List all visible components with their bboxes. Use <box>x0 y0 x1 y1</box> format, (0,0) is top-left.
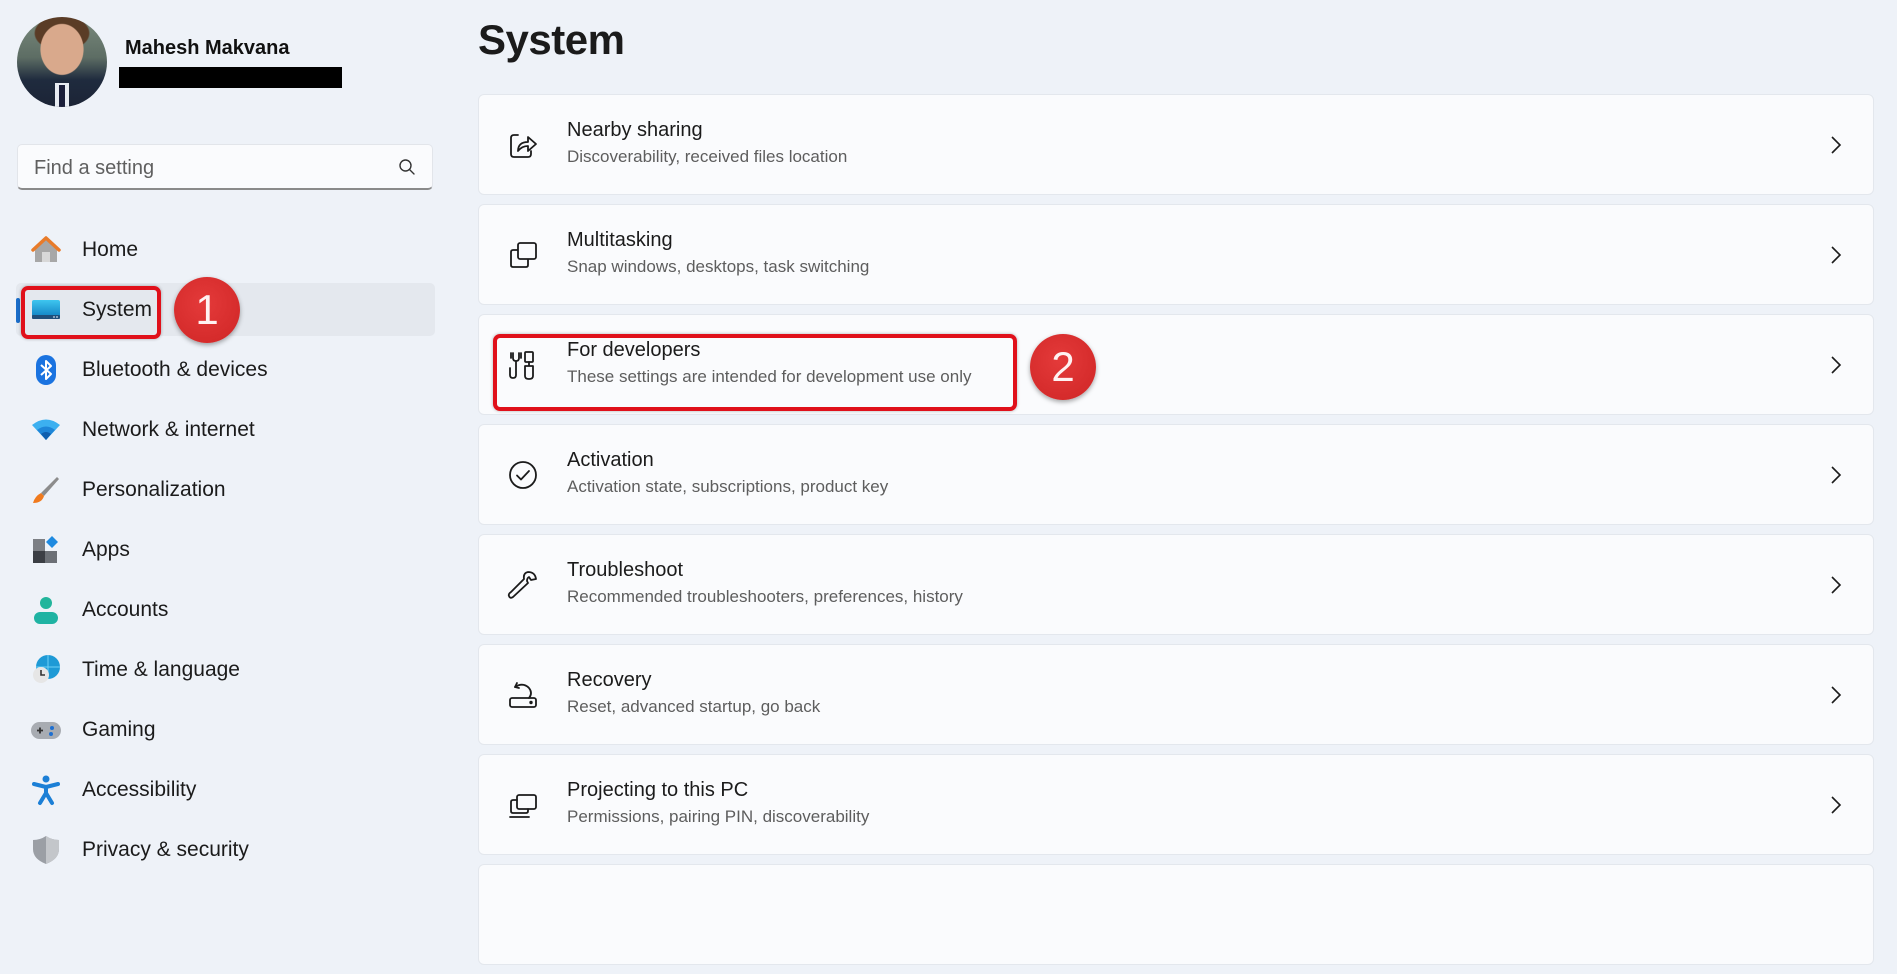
card-next-partial[interactable] <box>478 864 1874 965</box>
sidebar-item-personalization[interactable]: Personalization <box>16 463 435 516</box>
page-title: System <box>478 16 625 63</box>
card-nearby-sharing[interactable]: Nearby sharing Discoverability, received… <box>478 94 1874 195</box>
apps-icon <box>33 536 58 563</box>
card-activation[interactable]: Activation Activation state, subscriptio… <box>478 424 1874 525</box>
gamepad-icon <box>31 722 61 739</box>
chevron-right-icon <box>1831 466 1842 484</box>
step-badge-2: 2 <box>1030 334 1096 400</box>
check-circle-icon <box>509 461 537 489</box>
person-icon <box>34 597 58 624</box>
sidebar-item-label: Accounts <box>82 598 169 621</box>
wrench-icon <box>507 571 537 599</box>
chevron-right-icon <box>1831 136 1842 154</box>
card-title: Activation <box>567 449 654 471</box>
share-icon <box>510 134 537 158</box>
sidebar-item-label: Time & language <box>82 658 240 681</box>
card-recovery[interactable]: Recovery Reset, advanced startup, go bac… <box>478 644 1874 745</box>
highlight-system <box>21 286 161 339</box>
card-title: Troubleshoot <box>567 559 683 581</box>
chevron-right-icon <box>1831 796 1842 814</box>
paintbrush-icon <box>33 477 59 503</box>
card-subtitle: Recommended troubleshooters, preferences… <box>567 587 963 606</box>
projecting-icon <box>509 794 537 818</box>
card-subtitle: Permissions, pairing PIN, discoverabilit… <box>567 807 870 826</box>
sidebar-item-home[interactable]: Home <box>16 223 435 276</box>
home-icon <box>31 236 61 262</box>
card-title: Projecting to this PC <box>567 779 749 801</box>
sidebar-item-gaming[interactable]: Gaming <box>16 703 435 756</box>
search-icon[interactable] <box>398 158 416 176</box>
card-subtitle: Snap windows, desktops, task switching <box>567 257 870 276</box>
card-title: Recovery <box>567 669 652 691</box>
sidebar-item-label: Apps <box>82 538 130 561</box>
card-subtitle: Discoverability, received files location <box>567 147 848 166</box>
sidebar-item-label: Bluetooth & devices <box>82 358 268 381</box>
bluetooth-icon <box>36 355 56 385</box>
recovery-icon <box>509 682 537 708</box>
sidebar-item-label: Personalization <box>82 478 226 501</box>
card-projecting-to-this-pc[interactable]: Projecting to this PC Permissions, pairi… <box>478 754 1874 855</box>
settings-list: Nearby sharing Discoverability, received… <box>478 94 1874 974</box>
user-name: Mahesh Makvana <box>125 37 290 59</box>
shield-icon <box>33 836 59 864</box>
wifi-icon <box>32 419 60 440</box>
selected-indicator <box>16 298 20 323</box>
highlight-for-developers <box>493 334 1017 411</box>
card-subtitle: Reset, advanced startup, go back <box>567 697 821 716</box>
sidebar-item-network-internet[interactable]: Network & internet <box>16 403 435 456</box>
sidebar-item-label: Privacy & security <box>82 838 249 861</box>
sidebar-item-privacy-security[interactable]: Privacy & security <box>16 823 435 876</box>
sidebar-item-accounts[interactable]: Accounts <box>16 583 435 636</box>
accessibility-icon <box>32 775 60 805</box>
card-troubleshoot[interactable]: Troubleshoot Recommended troubleshooters… <box>478 534 1874 635</box>
card-multitasking[interactable]: Multitasking Snap windows, desktops, tas… <box>478 204 1874 305</box>
chevron-right-icon <box>1831 356 1842 374</box>
sidebar-item-time-language[interactable]: Time & language <box>16 643 435 696</box>
sidebar-item-label: Gaming <box>82 718 156 741</box>
sidebar-item-accessibility[interactable]: Accessibility <box>16 763 435 816</box>
step-badge-1: 1 <box>174 277 240 343</box>
chevron-right-icon <box>1831 246 1842 264</box>
chevron-right-icon <box>1831 576 1842 594</box>
search-input[interactable] <box>32 145 396 191</box>
sidebar-item-bluetooth-devices[interactable]: Bluetooth & devices <box>16 343 435 396</box>
card-title: Nearby sharing <box>567 119 703 141</box>
multitasking-icon <box>510 242 537 268</box>
search-box[interactable] <box>17 144 433 191</box>
card-title: Multitasking <box>567 229 673 251</box>
avatar-tie <box>59 85 65 107</box>
chevron-right-icon <box>1831 686 1842 704</box>
sidebar-item-apps[interactable]: Apps <box>16 523 435 576</box>
sidebar-item-label: Accessibility <box>82 778 197 801</box>
card-subtitle: Activation state, subscriptions, product… <box>567 477 889 496</box>
sidebar-item-label: Network & internet <box>82 418 255 441</box>
sidebar-item-label: Home <box>82 238 139 261</box>
redacted-email <box>119 67 342 88</box>
user-avatar[interactable] <box>17 17 107 107</box>
globe-clock-icon <box>33 655 60 683</box>
